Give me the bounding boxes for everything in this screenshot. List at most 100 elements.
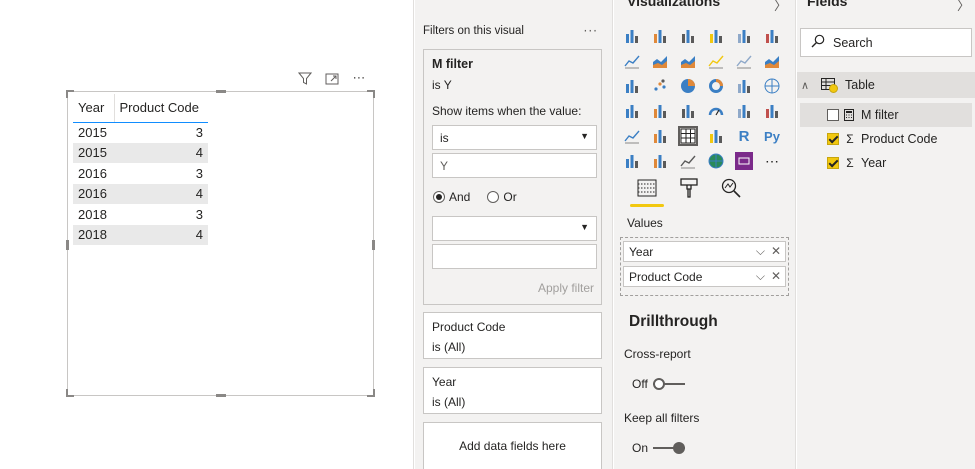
treemap-icon[interactable] — [734, 76, 754, 96]
gauge-icon[interactable] — [706, 101, 726, 121]
fields-search-input[interactable]: Search — [800, 28, 972, 57]
filter-card-product-code[interactable]: Product Code is (All) — [423, 312, 602, 359]
resize-handle-top[interactable] — [216, 90, 226, 93]
search-icon — [811, 34, 825, 51]
field-well-year[interactable]: Year ⌵ ✕ — [623, 241, 786, 262]
line-chart-icon[interactable] — [622, 51, 642, 71]
filters-more-icon[interactable]: ··· — [584, 24, 598, 38]
toggle-switch-on[interactable] — [653, 442, 686, 454]
python-visual-icon[interactable]: Py — [762, 126, 782, 146]
resize-handle-bottom-right[interactable] — [367, 389, 375, 397]
key-influencers-icon[interactable] — [622, 151, 642, 171]
apply-filter-button[interactable]: Apply filter — [538, 281, 594, 295]
filter-card-title: Product Code — [432, 320, 506, 334]
field-checkbox-checked[interactable] — [827, 157, 839, 169]
kpi-icon[interactable] — [622, 126, 642, 146]
add-data-fields-drop-zone[interactable]: Add data fields here — [423, 422, 602, 469]
table-visual[interactable]: Year Product Code 2015 3 2015 4 2016 3 2… — [66, 90, 375, 397]
resize-handle-bottom[interactable] — [216, 394, 226, 397]
more-options-icon[interactable]: ⋯ — [350, 70, 368, 86]
expand-table-icon[interactable]: ∧ — [801, 79, 817, 92]
analytics-tab-icon[interactable] — [720, 177, 742, 199]
matrix-icon[interactable] — [706, 126, 726, 146]
pie-icon[interactable] — [678, 76, 698, 96]
field-item-year[interactable]: Σ Year — [800, 151, 972, 175]
column-header-year[interactable]: Year — [73, 94, 114, 123]
column-header-product-code[interactable]: Product Code — [113, 94, 208, 123]
focus-mode-icon[interactable] — [323, 70, 341, 86]
filter-card-title[interactable]: M filter — [432, 57, 473, 71]
more-visuals-icon[interactable]: ⋯ — [762, 151, 782, 171]
field-checkbox-checked[interactable] — [827, 133, 839, 145]
qna-icon[interactable] — [678, 151, 698, 171]
field-well-label: Year — [629, 245, 654, 259]
clustered-bar-icon[interactable] — [678, 26, 698, 46]
fields-tab-icon[interactable] — [636, 177, 658, 199]
map-icon[interactable] — [762, 76, 782, 96]
shape-map-icon[interactable] — [650, 101, 670, 121]
decomposition-tree-icon[interactable] — [650, 151, 670, 171]
100-stacked-column-icon[interactable] — [762, 26, 782, 46]
clustered-column-icon[interactable] — [706, 26, 726, 46]
field-well-product-code[interactable]: Product Code ⌵ ✕ — [623, 266, 786, 287]
table-row: 2018 4 — [73, 224, 208, 245]
filter-value-input-2[interactable] — [432, 244, 597, 269]
remove-field-icon[interactable]: ✕ — [771, 244, 781, 259]
toggle-switch-off[interactable] — [652, 378, 685, 390]
line-clustered-icon[interactable] — [734, 51, 754, 71]
or-radio[interactable]: Or — [487, 190, 517, 204]
donut-icon[interactable] — [706, 76, 726, 96]
operator-dropdown-2[interactable]: ▼ — [432, 216, 597, 241]
filter-card-m-filter[interactable]: M filter is Y Show items when the value:… — [423, 49, 602, 305]
collapse-fields-icon[interactable]: 〉 — [957, 0, 970, 14]
line-column-icon[interactable] — [706, 51, 726, 71]
multirow-card-icon[interactable] — [762, 101, 782, 121]
field-checkbox[interactable] — [827, 109, 839, 121]
scatter-icon[interactable] — [650, 76, 670, 96]
drillthrough-heading: Drillthrough — [629, 313, 718, 330]
resize-handle-bottom-left[interactable] — [66, 389, 74, 397]
chevron-down-icon[interactable]: ⌵ — [756, 269, 765, 284]
values-well-label: Values — [627, 216, 663, 230]
filled-map-icon[interactable] — [622, 101, 642, 121]
and-radio[interactable]: And — [433, 190, 470, 204]
stacked-area-icon[interactable] — [678, 51, 698, 71]
table-icon[interactable] — [678, 126, 698, 146]
stacked-bar-icon[interactable] — [622, 26, 642, 46]
stacked-column-icon[interactable] — [650, 26, 670, 46]
report-canvas[interactable]: ⋯ Year Product Code 2015 3 2015 4 2016 3… — [0, 0, 414, 469]
arcgis-icon[interactable] — [706, 151, 726, 171]
format-tab-icon[interactable] — [678, 177, 700, 199]
r-visual-icon[interactable]: R — [734, 126, 754, 146]
slicer-icon[interactable] — [650, 126, 670, 146]
collapse-visualizations-icon[interactable]: 〉 — [774, 0, 787, 14]
field-table-table[interactable]: ∧ Table — [797, 72, 975, 98]
operator-dropdown-1[interactable]: is ▼ — [432, 125, 597, 150]
values-well[interactable]: Year ⌵ ✕ Product Code ⌵ ✕ — [620, 237, 789, 296]
funnel-icon[interactable] — [678, 101, 698, 121]
and-radio-label: And — [449, 190, 471, 204]
warning-check-icon — [829, 84, 838, 93]
field-item-m-filter[interactable]: M filter — [800, 103, 972, 127]
field-item-product-code[interactable]: Σ Product Code — [800, 127, 972, 151]
area-chart-icon[interactable] — [650, 51, 670, 71]
filter-icon[interactable] — [296, 70, 314, 86]
keep-all-filters-toggle[interactable]: On — [632, 441, 686, 455]
filter-card-year[interactable]: Year is (All) — [423, 367, 602, 414]
100-stacked-bar-icon[interactable] — [734, 26, 754, 46]
resize-handle-right[interactable] — [372, 240, 375, 250]
chevron-down-icon[interactable]: ⌵ — [756, 244, 765, 259]
card-icon[interactable] — [734, 101, 754, 121]
field-item-label: Product Code — [861, 132, 938, 146]
cross-report-toggle[interactable]: Off — [632, 377, 685, 391]
filter-value-input-1[interactable]: Y — [432, 153, 597, 178]
ribbon-chart-icon[interactable] — [762, 51, 782, 71]
filters-pane: Filters on this visual ··· M filter is Y… — [415, 0, 613, 469]
cell-year: 2016 — [78, 165, 107, 181]
resize-handle-top-right[interactable] — [367, 90, 375, 98]
remove-field-icon[interactable]: ✕ — [771, 269, 781, 284]
resize-handle-left[interactable] — [66, 240, 69, 250]
waterfall-icon[interactable] — [622, 76, 642, 96]
toggle-state-label: On — [632, 441, 649, 455]
smart-narrative-icon[interactable] — [734, 151, 754, 171]
